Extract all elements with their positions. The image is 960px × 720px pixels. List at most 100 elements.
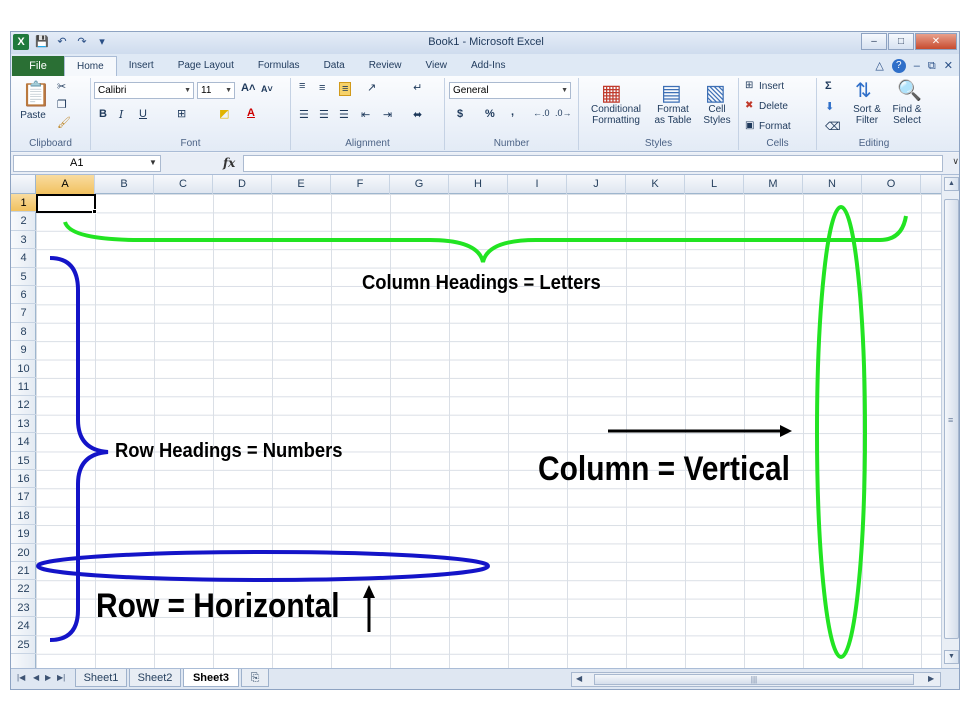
cut-icon[interactable]: ✂: [57, 80, 66, 93]
next-sheet-icon[interactable]: ▶: [45, 673, 51, 682]
row-header-4[interactable]: 4: [11, 249, 36, 268]
row-header-10[interactable]: 10: [11, 360, 36, 378]
last-sheet-icon[interactable]: ▶|: [57, 673, 65, 682]
decrease-indent-icon[interactable]: ⇤: [361, 108, 370, 121]
align-center-icon[interactable]: ☰: [319, 108, 329, 121]
align-left-icon[interactable]: ☰: [299, 108, 309, 121]
conditional-formatting-button[interactable]: Conditional Formatting: [581, 104, 651, 126]
horizontal-scroll-thumb[interactable]: |||: [594, 674, 914, 685]
doc-close-icon[interactable]: ✕: [944, 56, 953, 76]
first-sheet-icon[interactable]: |◀: [17, 673, 25, 682]
align-middle-icon[interactable]: ≡: [319, 82, 325, 94]
format-as-table-button[interactable]: Format as Table: [651, 104, 695, 126]
scroll-right-icon[interactable]: ▶: [928, 674, 934, 683]
tab-view[interactable]: View: [413, 56, 459, 76]
delete-cells-button[interactable]: Delete: [759, 101, 788, 112]
row-header-6[interactable]: 6: [11, 286, 36, 305]
clear-icon[interactable]: ⌫: [825, 120, 841, 133]
column-header-n[interactable]: N: [803, 175, 862, 194]
font-color-icon[interactable]: A: [247, 107, 255, 119]
sort-filter-icon[interactable]: ⇅: [855, 78, 872, 103]
italic-button[interactable]: I: [119, 108, 123, 121]
scroll-left-icon[interactable]: ◀: [576, 674, 582, 683]
row-header-15[interactable]: 15: [11, 452, 36, 470]
column-header-m[interactable]: M: [744, 175, 803, 194]
column-header-b[interactable]: B: [95, 175, 154, 194]
row-header-16[interactable]: 16: [11, 470, 36, 489]
currency-button[interactable]: $: [457, 108, 463, 120]
underline-button[interactable]: U: [139, 108, 147, 120]
row-header-17[interactable]: 17: [11, 488, 36, 507]
fill-icon[interactable]: ⬇: [825, 100, 834, 113]
row-header-1[interactable]: 1: [11, 194, 36, 213]
conditional-formatting-icon[interactable]: ▦: [601, 80, 622, 106]
wrap-text-icon[interactable]: ↵: [413, 81, 422, 94]
percent-button[interactable]: %: [485, 108, 495, 120]
column-header-c[interactable]: C: [154, 175, 213, 194]
cell-styles-button[interactable]: Cell Styles: [697, 104, 737, 126]
tab-add-ins[interactable]: Add-Ins: [459, 56, 517, 76]
row-header-25[interactable]: 25: [11, 636, 36, 654]
comma-button[interactable]: ,: [511, 106, 514, 118]
autosum-button[interactable]: Σ: [825, 80, 832, 92]
increase-decimal-icon[interactable]: ←.0: [533, 108, 550, 118]
column-header-i[interactable]: I: [508, 175, 567, 194]
row-header-8[interactable]: 8: [11, 323, 36, 342]
align-bottom-icon[interactable]: ≡: [339, 82, 352, 96]
row-header-3[interactable]: 3: [11, 231, 36, 250]
bold-button[interactable]: B: [99, 108, 107, 120]
tab-home[interactable]: Home: [64, 56, 117, 76]
tab-data[interactable]: Data: [312, 56, 357, 76]
sheet-tab-sheet1[interactable]: Sheet1: [75, 669, 127, 687]
column-header-f[interactable]: F: [331, 175, 390, 194]
row-header-23[interactable]: 23: [11, 599, 36, 618]
row-header-13[interactable]: 13: [11, 415, 36, 434]
column-header-h[interactable]: H: [449, 175, 508, 194]
row-header-7[interactable]: 7: [11, 304, 36, 323]
tab-insert[interactable]: Insert: [117, 56, 166, 76]
row-header-24[interactable]: 24: [11, 617, 36, 636]
shrink-font-icon[interactable]: A˅: [261, 84, 273, 94]
insert-function-button[interactable]: fx: [223, 156, 235, 170]
select-all-corner[interactable]: [11, 175, 36, 194]
row-header-5[interactable]: 5: [11, 268, 36, 286]
copy-icon[interactable]: ❐: [57, 98, 67, 111]
font-name-combo[interactable]: Calibri ▼: [94, 82, 194, 99]
doc-restore-icon[interactable]: ⧉: [928, 56, 936, 76]
doc-minimize-icon[interactable]: –: [914, 56, 920, 76]
row-header-14[interactable]: 14: [11, 433, 36, 452]
sheet-tab-sheet2[interactable]: Sheet2: [129, 669, 181, 687]
scroll-up-icon[interactable]: ▲: [944, 177, 959, 191]
row-header-11[interactable]: 11: [11, 378, 36, 397]
sort-filter-button[interactable]: Sort & Filter: [847, 104, 887, 126]
tab-file[interactable]: File: [12, 56, 64, 76]
selected-cell[interactable]: [36, 194, 96, 213]
restore-button[interactable]: □: [888, 33, 914, 50]
expand-formula-bar-icon[interactable]: ∨: [952, 156, 959, 167]
row-header-20[interactable]: 20: [11, 544, 36, 562]
vertical-scroll-thumb[interactable]: ≡: [944, 199, 959, 639]
help-icon[interactable]: ?: [891, 59, 906, 73]
chevron-down-icon[interactable]: ▼: [149, 158, 157, 167]
format-cells-button[interactable]: Format: [759, 121, 791, 132]
column-header-a[interactable]: A: [36, 175, 95, 194]
minimize-ribbon-icon[interactable]: △: [875, 56, 883, 76]
decrease-decimal-icon[interactable]: .0→: [555, 108, 572, 118]
row-header-9[interactable]: 9: [11, 341, 36, 360]
paste-button[interactable]: Paste: [17, 110, 49, 121]
column-header-k[interactable]: K: [626, 175, 685, 194]
cell-styles-icon[interactable]: ▧: [705, 80, 726, 106]
scroll-down-icon[interactable]: ▼: [944, 650, 959, 664]
formula-input[interactable]: [243, 155, 943, 172]
row-header-19[interactable]: 19: [11, 525, 36, 544]
row-header-18[interactable]: 18: [11, 507, 36, 526]
align-right-icon[interactable]: ☰: [339, 108, 349, 121]
increase-indent-icon[interactable]: ⇥: [383, 108, 392, 121]
tab-review[interactable]: Review: [357, 56, 414, 76]
format-painter-icon[interactable]: 🖌: [57, 116, 71, 129]
column-header-g[interactable]: G: [390, 175, 449, 194]
grow-font-icon[interactable]: A˄: [241, 82, 255, 94]
column-header-j[interactable]: J: [567, 175, 626, 194]
row-header-21[interactable]: 21: [11, 562, 36, 581]
column-header-d[interactable]: D: [213, 175, 272, 194]
